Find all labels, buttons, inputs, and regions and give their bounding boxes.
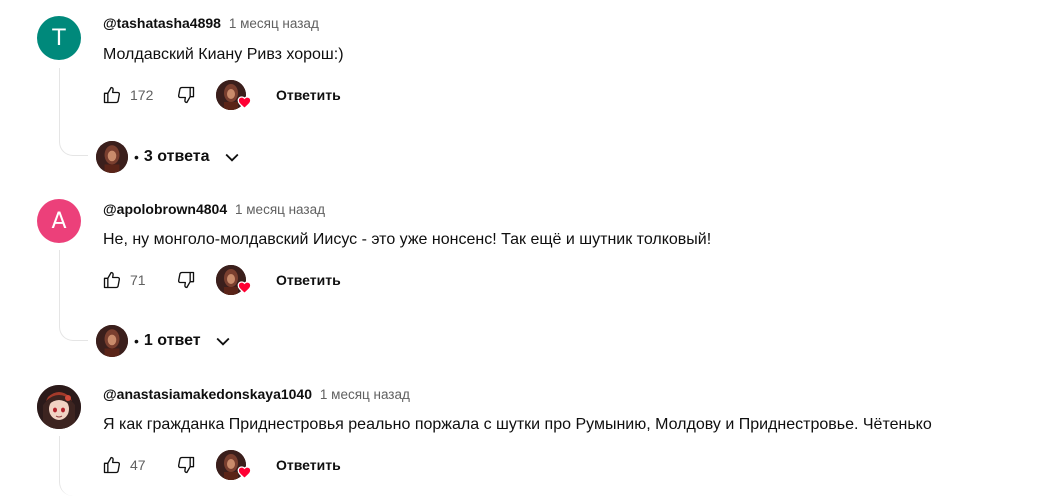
thumbs-down-icon[interactable] [170,79,202,111]
avatar-letter: A [51,208,67,234]
thumbs-down-icon[interactable] [170,264,202,296]
creator-heart [216,80,252,110]
chevron-down-icon[interactable] [222,147,242,167]
avatar[interactable] [37,385,81,429]
thumbs-down-icon[interactable] [170,449,202,481]
timestamp[interactable]: 1 месяц назад [229,16,319,31]
comment-actions: 172 Ответить [96,79,353,111]
thumbs-up-icon[interactable] [96,449,128,481]
like-count: 47 [130,457,146,473]
heart-icon [237,95,252,114]
show-replies-button[interactable]: • 3 ответа [96,141,242,173]
comment-header: @apolobrown4804 1 месяц назад [103,201,325,217]
like-count: 71 [130,272,146,288]
comment-actions: 71 Ответить [96,264,353,296]
author-name[interactable]: @apolobrown4804 [103,201,227,217]
heart-icon [237,280,252,299]
author-name[interactable]: @anastasiamakedonskaya1040 [103,386,312,402]
avatar[interactable]: T [37,16,81,60]
show-replies-button[interactable]: • 1 ответ [96,325,233,357]
author-name[interactable]: @tashatasha4898 [103,15,221,31]
comment-text: Я как гражданка Приднестровья реально по… [103,416,932,433]
comment-text: Не, ну монголо-молдавский Иисус - это уж… [103,231,712,248]
comment-actions: 47 Ответить [96,449,353,481]
thread-line [59,436,88,496]
like-count: 172 [130,87,154,103]
thumbs-up-icon[interactable] [96,79,128,111]
reply-button[interactable]: Ответить [264,272,353,288]
replier-avatar [96,141,128,173]
timestamp[interactable]: 1 месяц назад [235,202,325,217]
heart-icon [237,465,252,484]
avatar-image [37,385,81,429]
creator-heart [216,265,252,295]
creator-heart [216,450,252,480]
replies-count-label[interactable]: 3 ответа [144,148,210,166]
thread-line [59,68,88,156]
separator-dot: • [134,149,139,165]
thumbs-up-icon[interactable] [96,264,128,296]
timestamp[interactable]: 1 месяц назад [320,387,410,402]
avatar[interactable]: A [37,199,81,243]
reply-button[interactable]: Ответить [264,457,353,473]
thread-line [59,250,88,341]
comment-header: @anastasiamakedonskaya1040 1 месяц назад [103,386,410,402]
chevron-down-icon[interactable] [213,331,233,351]
replier-avatar [96,325,128,357]
separator-dot: • [134,333,139,349]
reply-button[interactable]: Ответить [264,87,353,103]
replies-count-label[interactable]: 1 ответ [144,332,201,350]
comment-header: @tashatasha4898 1 месяц назад [103,15,319,31]
comment-text: Молдавский Киану Ривз хорош:) [103,46,344,63]
avatar-letter: T [52,25,66,51]
